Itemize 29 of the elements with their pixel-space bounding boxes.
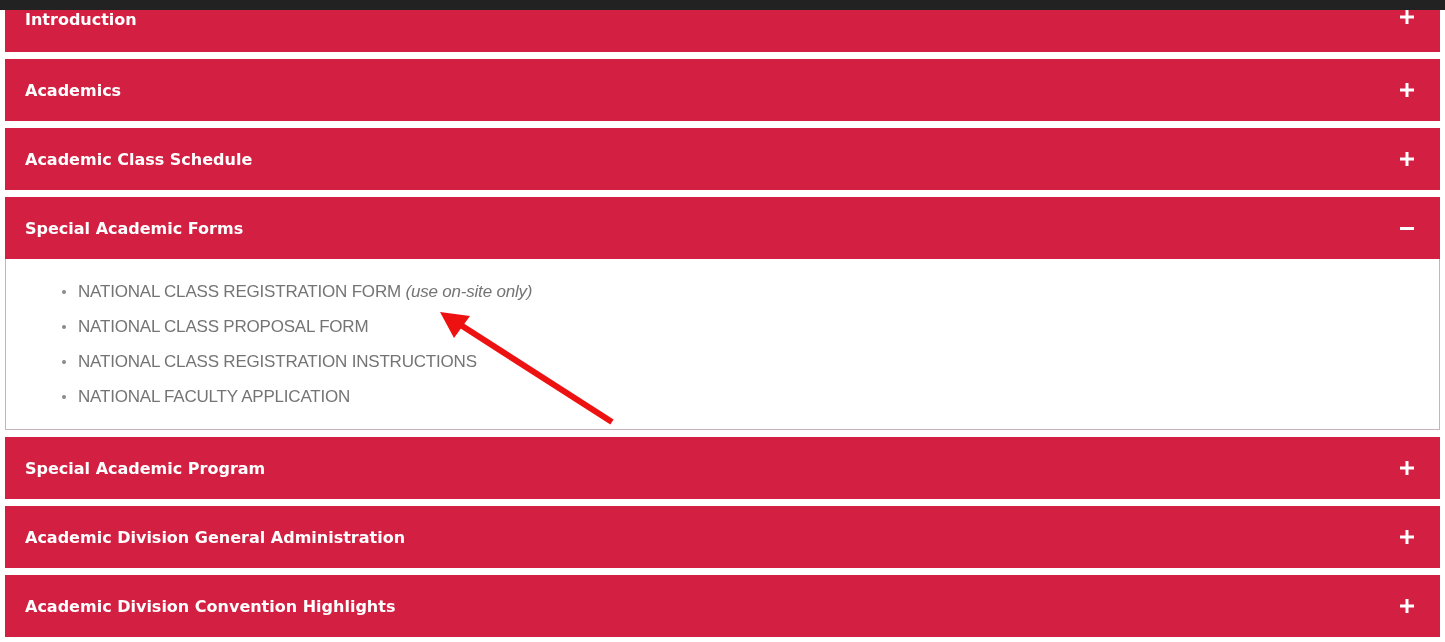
- accordion-header[interactable]: Academics: [5, 59, 1440, 121]
- form-link[interactable]: NATIONAL CLASS PROPOSAL FORM: [78, 314, 369, 339]
- section-title: Special Academic Program: [25, 458, 266, 478]
- bullet-icon: [62, 394, 66, 399]
- section-title: Academic Division Convention Highlights: [25, 596, 396, 616]
- bullet-icon: [62, 324, 66, 329]
- section-title: Academics: [25, 80, 122, 100]
- plus-icon: [1400, 152, 1414, 166]
- section-title: Academic Division General Administration: [25, 527, 406, 547]
- bullet-icon: [62, 359, 66, 364]
- accordion-header[interactable]: Academic Class Schedule: [5, 128, 1440, 190]
- accordion-header[interactable]: Academic Division General Administration: [5, 506, 1440, 568]
- plus-icon: [1400, 530, 1414, 544]
- form-link[interactable]: NATIONAL CLASS REGISTRATION FORM (use on-site only): [78, 279, 533, 304]
- form-link[interactable]: NATIONAL FACULTY APPLICATION: [78, 384, 351, 409]
- plus-icon: [1400, 83, 1414, 97]
- section-title: Introduction: [25, 10, 137, 29]
- form-link[interactable]: NATIONAL CLASS REGISTRATION INSTRUCTIONS: [78, 349, 477, 374]
- accordion-header[interactable]: Introduction: [5, 10, 1440, 52]
- accordion-header[interactable]: Academic Division Convention Highlights: [5, 575, 1440, 637]
- minus-icon: [1400, 226, 1414, 230]
- accordion-header[interactable]: Special Academic Forms: [5, 197, 1440, 259]
- plus-icon: [1400, 461, 1414, 475]
- section-title: Academic Class Schedule: [25, 149, 253, 169]
- accordion-header[interactable]: Special Academic Program: [5, 437, 1440, 499]
- plus-icon: [1400, 10, 1414, 24]
- plus-icon: [1400, 599, 1414, 613]
- bullet-icon: [62, 289, 66, 294]
- section-title: Special Academic Forms: [25, 218, 244, 238]
